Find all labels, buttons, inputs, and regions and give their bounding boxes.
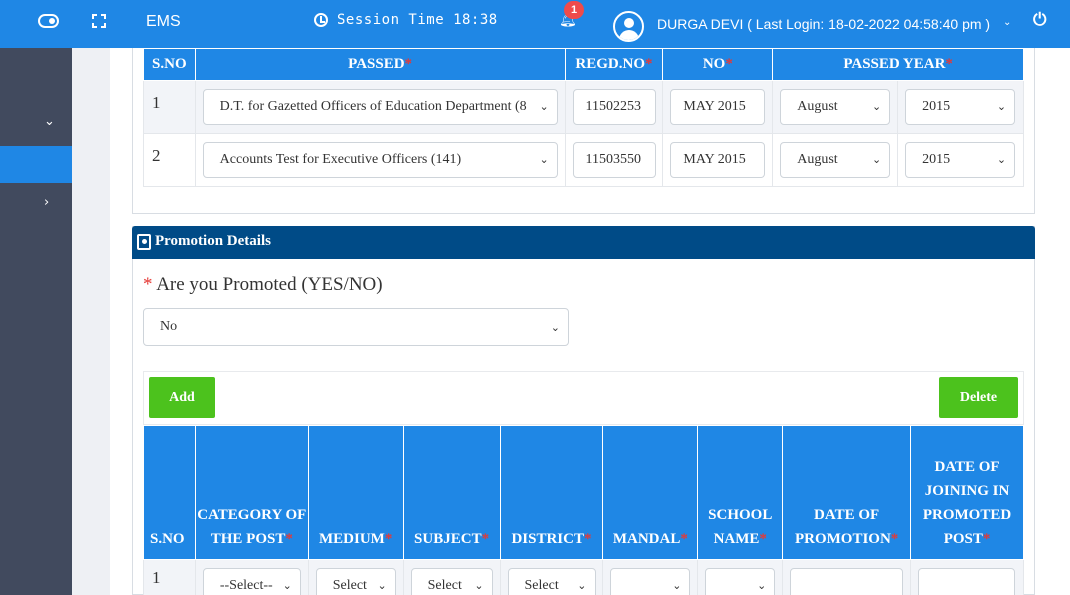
mandal-select[interactable]: ⌄ (610, 568, 691, 595)
table-header-row: S.NO CATEGORY OF THE POST* MEDIUM* SUBJE… (143, 425, 1024, 560)
top-navbar: EMS Session Time 18:38 🔔︎ 1 DURGA DEVI (… (0, 0, 1070, 48)
fullscreen-icon[interactable] (92, 14, 106, 28)
subject-select[interactable]: Select ⌄ (410, 568, 493, 595)
year-select[interactable]: 2015 ⌄ (905, 89, 1016, 125)
no-input[interactable]: MAY 2015 (670, 89, 766, 125)
category-select[interactable]: --Select-- ⌄ (202, 568, 301, 595)
col-header-date-joining: DATE OF JOINING IN PROMOTED POST* (910, 425, 1024, 560)
col-header-district: DISTRICT* (499, 425, 604, 560)
power-icon[interactable]: ⏻ (1033, 10, 1046, 30)
school-select[interactable]: ⌄ (705, 568, 776, 595)
chevron-right-icon[interactable]: › (44, 195, 49, 210)
col-header-no: NO* (662, 48, 774, 81)
user-info[interactable]: DURGA DEVI ( Last Login: 18-02-2022 04:5… (657, 16, 990, 32)
promotion-title: Promotion Details (155, 233, 271, 249)
content-gutter (72, 48, 110, 595)
table-row: 1 --Select-- ⌄ Select ⌄ Select ⌄ Select ⌄ ⌄ … (143, 559, 1024, 595)
col-header-mandal: MANDAL* (602, 425, 699, 560)
row-sno: 1 (143, 80, 196, 134)
promoted-select[interactable]: No ⌄ (143, 308, 569, 346)
no-input[interactable]: MAY 2015 (670, 142, 766, 178)
col-header-regdno: REGD.NO* (564, 48, 664, 81)
col-header-subject: SUBJECT* (402, 425, 501, 560)
regd-no-input[interactable]: 11503550 (572, 142, 656, 178)
brand-label: EMS (146, 13, 181, 30)
col-header-sno: S.NO (143, 425, 196, 560)
col-header-sno: S.NO (143, 48, 196, 81)
month-select[interactable]: August ⌄ (780, 89, 891, 125)
sidebar-toggle-icon[interactable] (38, 14, 59, 28)
action-bar (143, 371, 1024, 425)
avatar[interactable] (613, 11, 644, 42)
clock-icon (314, 13, 328, 27)
month-select[interactable]: August ⌄ (780, 142, 891, 178)
promotion-table: S.NO CATEGORY OF THE POST* MEDIUM* SUBJE… (143, 425, 1024, 595)
date-joining-input[interactable] (918, 568, 1016, 595)
user-card-icon (137, 234, 151, 250)
medium-select[interactable]: Select ⌄ (315, 568, 396, 595)
session-time: Session Time 18:38 (337, 12, 498, 28)
passed-select[interactable]: Accounts Test for Executive Officers (14… (202, 142, 558, 178)
district-select[interactable]: Select ⌄ (507, 568, 596, 595)
row-sno: 1 (143, 559, 196, 595)
col-header-passed-year: PASSED YEAR* (772, 48, 1024, 81)
col-header-category: CATEGORY OF THE POST* (194, 425, 309, 560)
chevron-down-icon[interactable]: ⌄ (1003, 17, 1011, 28)
sidebar-item-active[interactable] (0, 146, 72, 183)
col-header-school: SCHOOL NAME* (697, 425, 784, 560)
notification-badge[interactable]: 1 (564, 1, 584, 19)
col-header-passed: PASSED* (194, 48, 566, 81)
regd-no-input[interactable]: 11502253 (572, 89, 656, 125)
col-header-medium: MEDIUM* (307, 425, 404, 560)
row-sno: 2 (143, 133, 196, 187)
year-select[interactable]: 2015 ⌄ (905, 142, 1016, 178)
passed-select[interactable]: D.T. for Gazetted Officers of Education … (202, 89, 558, 125)
promoted-question: * Are you Promoted (YES/NO) (143, 274, 383, 295)
chevron-down-icon[interactable]: ⌄ (44, 114, 55, 129)
exam-table: S.NO PASSED* REGD.NO* NO* PASSED YEAR* 1… (143, 48, 1024, 187)
table-row: 1 D.T. for Gazetted Officers of Educatio… (143, 80, 1024, 134)
table-row: 2 Accounts Test for Executive Officers (… (143, 133, 1024, 187)
sidebar: ⌄ › (0, 48, 72, 595)
delete-button[interactable]: Delete (939, 377, 1018, 418)
date-promotion-input[interactable] (790, 568, 904, 595)
add-button[interactable]: Add (149, 377, 215, 418)
promotion-card-header: Promotion Details (132, 226, 1035, 259)
table-header-row: S.NO PASSED* REGD.NO* NO* PASSED YEAR* (143, 48, 1024, 81)
col-header-date-promotion: DATE OF PROMOTION* (782, 425, 912, 560)
